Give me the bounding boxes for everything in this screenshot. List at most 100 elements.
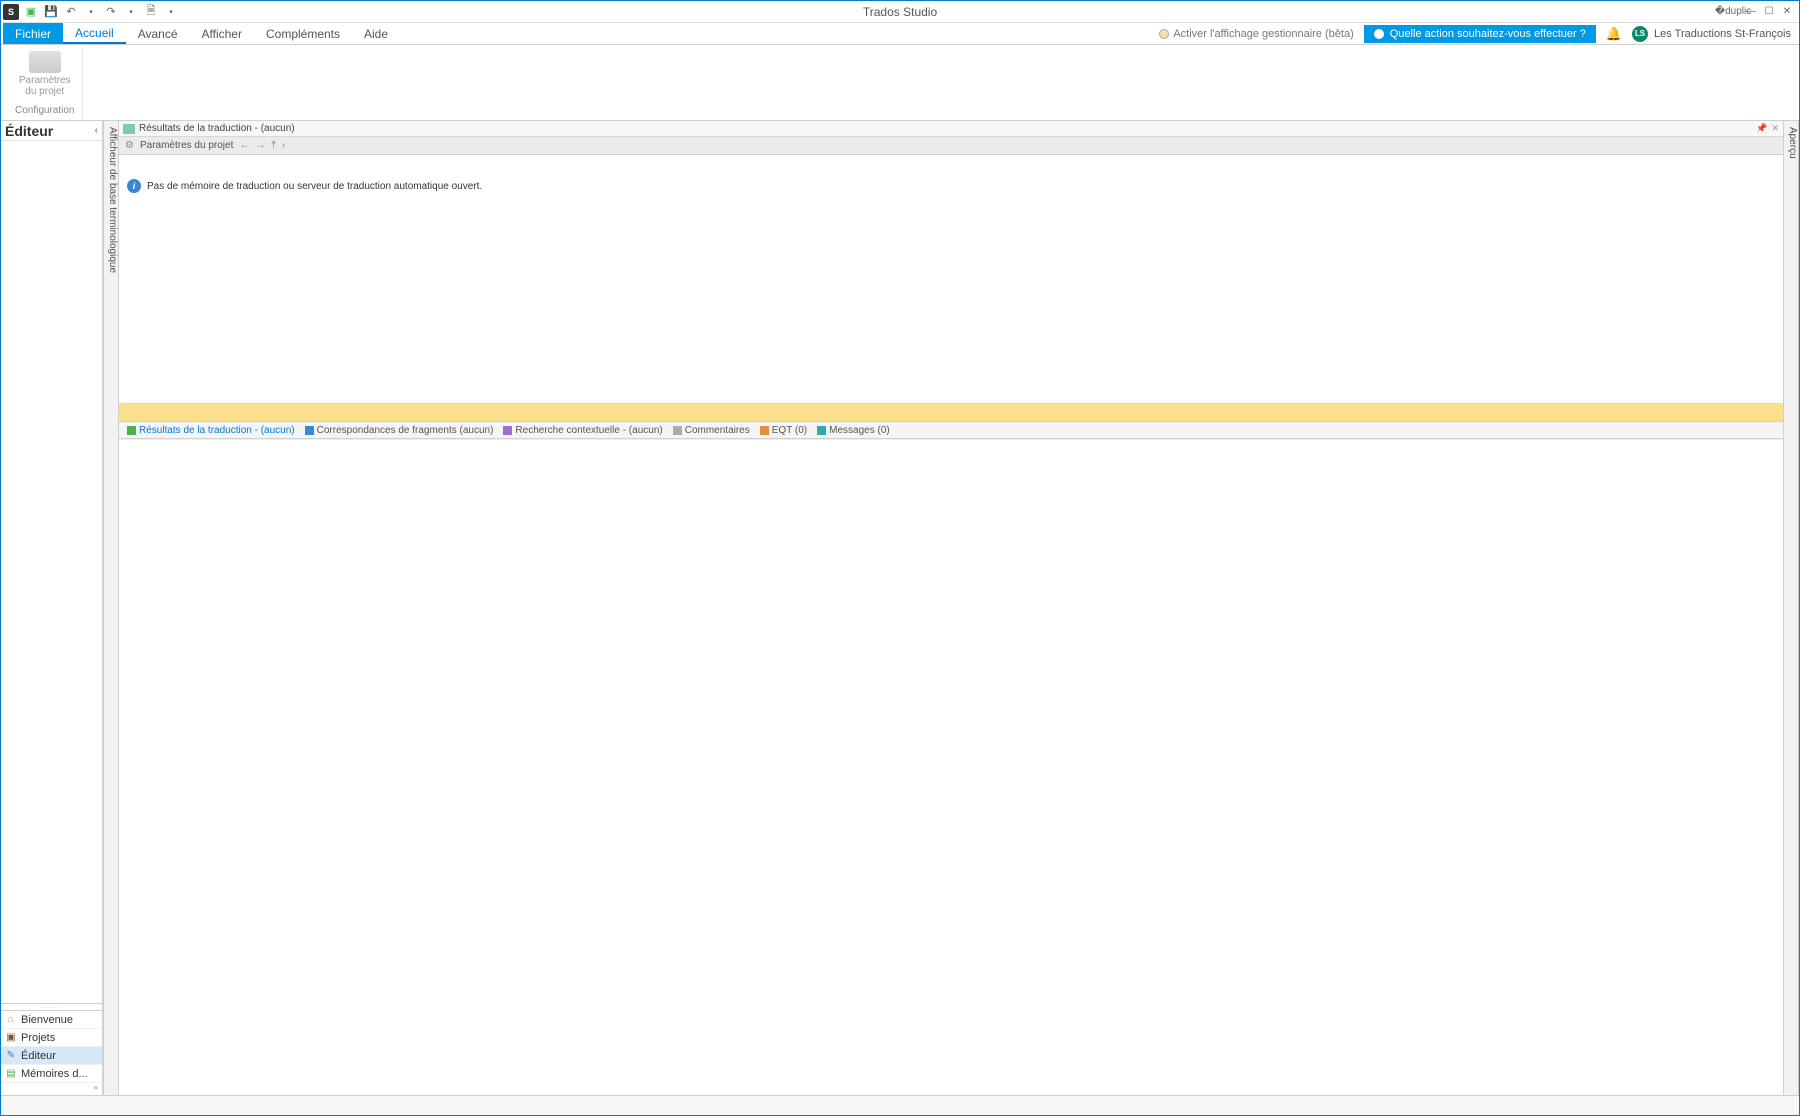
pane-pin-icon[interactable]: 📌	[1756, 123, 1767, 134]
collapse-left-icon[interactable]: ‹	[95, 125, 98, 136]
btab-messages[interactable]: Messages (0)	[813, 425, 894, 436]
ribbon-display-icon[interactable]: �duplic	[1725, 4, 1741, 20]
maximize-icon[interactable]: ☐	[1761, 4, 1777, 20]
left-panel: Éditeur ‹ ····· ⌂ Bienvenue ▣ Projets ✎ …	[1, 121, 103, 1095]
fragments-tab-icon	[305, 426, 314, 435]
nav-editor-label: Éditeur	[21, 1050, 56, 1062]
results-info-area: i Pas de mémoire de traduction ou serveu…	[119, 155, 1783, 403]
home-icon: ⌂	[5, 1014, 17, 1026]
center-body: Résultats de la traduction - (aucun) 📌 ✕…	[119, 121, 1783, 1095]
nav-welcome-label: Bienvenue	[21, 1014, 73, 1026]
tell-me-search[interactable]: Quelle action souhaitez-vous effectuer ?	[1364, 25, 1596, 43]
qat-undo-icon[interactable]: ↶	[63, 4, 79, 20]
btab-eqt[interactable]: EQT (0)	[756, 425, 811, 436]
ribbon-group-caption: Configuration	[15, 105, 74, 118]
editor-content-area[interactable]	[119, 439, 1783, 1095]
close-icon[interactable]: ✕	[1779, 4, 1795, 20]
nav-list: ⌂ Bienvenue ▣ Projets ✎ Éditeur ▤ Mémoir…	[1, 1010, 102, 1083]
ribbon-body: Paramètres du projet Configuration	[1, 45, 1799, 121]
nav-expand-icon[interactable]: ›	[282, 140, 285, 151]
user-name: Les Traductions St-François	[1654, 28, 1791, 40]
database-icon: ▤	[5, 1068, 17, 1080]
tab-addins[interactable]: Compléments	[254, 23, 352, 44]
project-settings-label-1: Paramètres	[19, 75, 71, 86]
left-panel-title: Éditeur	[5, 123, 53, 139]
nav-up-icon[interactable]: ⤒	[271, 140, 275, 151]
qat-save-icon[interactable]: 💾	[43, 4, 59, 20]
main-area: Éditeur ‹ ····· ⌂ Bienvenue ▣ Projets ✎ …	[1, 121, 1799, 1095]
results-pane-title: Résultats de la traduction - (aucun)	[139, 123, 295, 134]
termbase-viewer-tab[interactable]: Afficheur de base terminologique	[103, 121, 119, 1095]
results-tab-icon	[127, 426, 136, 435]
qat-undo-dropdown-icon[interactable]: ▾	[83, 4, 99, 20]
preview-tab[interactable]: Aperçu	[1783, 121, 1799, 1095]
btab-comments[interactable]: Commentaires	[669, 425, 754, 436]
project-settings-label-2: du projet	[25, 86, 64, 97]
messages-tab-icon	[817, 426, 826, 435]
ribbon-group-config: Paramètres du projet Configuration	[7, 49, 83, 120]
qat-redo-icon[interactable]: ↷	[103, 4, 119, 20]
btab-fragments-label: Correspondances de fragments (aucun)	[317, 425, 494, 436]
beta-indicator-icon	[1159, 29, 1169, 39]
beta-label: Activer l'affichage gestionnaire (bêta)	[1173, 28, 1353, 40]
qat-customize-dropdown-icon[interactable]: ▾	[163, 4, 179, 20]
qat-doc-icon[interactable]: 🗎	[143, 4, 159, 20]
app-title: Trados Studio	[863, 5, 937, 19]
btab-comments-label: Commentaires	[685, 425, 750, 436]
tab-home[interactable]: Accueil	[63, 23, 126, 44]
info-icon: i	[127, 179, 141, 193]
gear-icon[interactable]: ⚙	[125, 140, 134, 151]
nav-editor[interactable]: ✎ Éditeur	[1, 1047, 102, 1065]
user-account[interactable]: LS Les Traductions St-François	[1632, 26, 1791, 42]
left-panel-header: Éditeur ‹	[1, 121, 102, 141]
pane-header-controls: 📌 ✕	[1756, 123, 1779, 134]
bottom-tabs: Résultats de la traduction - (aucun) Cor…	[119, 421, 1783, 439]
info-message: Pas de mémoire de traduction ou serveur …	[147, 181, 482, 192]
pane-close-icon[interactable]: ✕	[1771, 123, 1779, 134]
termbase-viewer-label: Afficheur de base terminologique	[107, 127, 118, 273]
btab-context-label: Recherche contextuelle - (aucun)	[515, 425, 662, 436]
context-tab-icon	[503, 426, 512, 435]
sub-toolbar-nav: ← → ⤒ ›	[239, 140, 285, 151]
left-panel-spacer	[1, 141, 102, 1004]
tab-help[interactable]: Aide	[352, 23, 400, 44]
nav-welcome[interactable]: ⌂ Bienvenue	[1, 1011, 102, 1029]
ribbon-tabs: Fichier Accueil Avancé Afficher Compléme…	[1, 23, 1799, 45]
results-pane-header: Résultats de la traduction - (aucun) 📌 ✕	[119, 121, 1783, 137]
info-row: i Pas de mémoire de traduction ou serveu…	[127, 179, 482, 193]
btab-context[interactable]: Recherche contextuelle - (aucun)	[499, 425, 666, 436]
sub-toolbar-label: Paramètres du projet	[140, 140, 233, 151]
lightbulb-icon	[1374, 29, 1384, 39]
notifications-icon[interactable]: 🔔	[1606, 26, 1622, 42]
pencil-icon: ✎	[5, 1050, 17, 1062]
avatar: LS	[1632, 26, 1648, 42]
nav-memories[interactable]: ▤ Mémoires d...	[1, 1065, 102, 1083]
nav-prev-icon[interactable]: ←	[239, 140, 249, 151]
btab-results-label: Résultats de la traduction - (aucun)	[139, 425, 295, 436]
btab-results[interactable]: Résultats de la traduction - (aucun)	[123, 425, 299, 436]
minimize-icon[interactable]: —	[1743, 4, 1759, 20]
btab-messages-label: Messages (0)	[829, 425, 890, 436]
nav-next-icon[interactable]: →	[255, 140, 265, 151]
btab-fragments[interactable]: Correspondances de fragments (aucun)	[301, 425, 498, 436]
nav-projects[interactable]: ▣ Projets	[1, 1029, 102, 1047]
tab-file[interactable]: Fichier	[3, 23, 63, 44]
nav-expand-icon[interactable]: »	[1, 1083, 102, 1095]
ribbon-right-area: Activer l'affichage gestionnaire (bêta) …	[1159, 23, 1799, 44]
tab-advanced[interactable]: Avancé	[126, 23, 190, 44]
qat-open-icon[interactable]: ▣	[23, 4, 39, 20]
project-settings-icon[interactable]	[29, 51, 61, 73]
quick-access-toolbar: S ▣ 💾 ↶ ▾ ↷ ▾ 🗎 ▾	[1, 4, 179, 20]
results-pane-icon	[123, 124, 135, 134]
qat-redo-dropdown-icon[interactable]: ▾	[123, 4, 139, 20]
nav-memories-label: Mémoires d...	[21, 1068, 88, 1080]
nav-projects-label: Projets	[21, 1032, 55, 1044]
preview-tab-label: Aperçu	[1787, 127, 1798, 159]
tab-display[interactable]: Afficher	[190, 23, 254, 44]
center-area: Afficheur de base terminologique Résulta…	[103, 121, 1799, 1095]
beta-toggle[interactable]: Activer l'affichage gestionnaire (bêta)	[1159, 28, 1353, 40]
btab-eqt-label: EQT (0)	[772, 425, 807, 436]
tell-me-label: Quelle action souhaitez-vous effectuer ?	[1390, 28, 1586, 40]
eqt-tab-icon	[760, 426, 769, 435]
app-icon: S	[3, 4, 19, 20]
